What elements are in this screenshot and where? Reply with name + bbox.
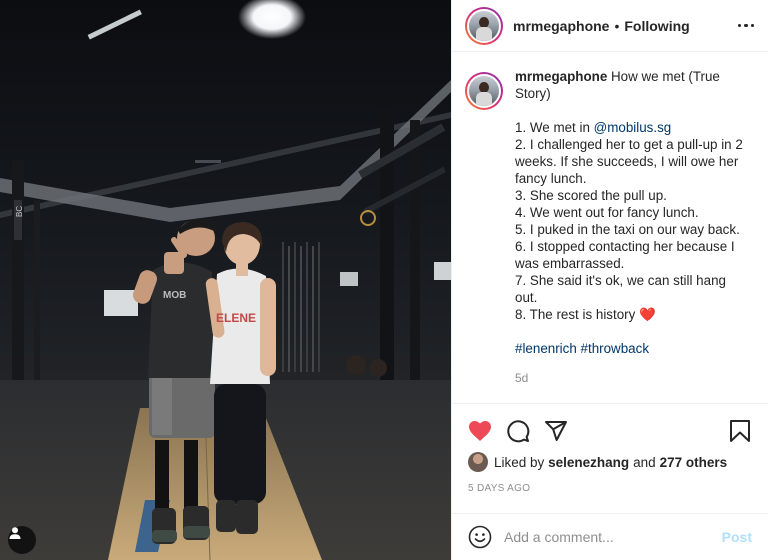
shirt-text-right: ELENE: [216, 311, 256, 325]
liker-username-link[interactable]: selenezhang: [548, 455, 629, 470]
caption-text: mrmegaphone How we met (True Story) 1. W…: [515, 68, 752, 403]
liker-avatar[interactable]: [468, 452, 488, 472]
caption-item-5: 5. I puked in the taxi on our way back.: [515, 222, 740, 237]
comment-input[interactable]: [504, 529, 722, 545]
gym-scene: MOB ELENE BC: [0, 0, 451, 560]
likes-others-link[interactable]: 277 others: [660, 455, 728, 470]
actions-area: Liked by selenezhang and 277 others 5 DAYS…: [452, 403, 768, 513]
post-photo[interactable]: MOB ELENE BC: [0, 0, 451, 560]
hashtag-link-throwback[interactable]: #throwback: [581, 341, 649, 356]
wall-sign-text: BC: [15, 206, 24, 217]
hashtag-link-lenenrich[interactable]: #lenenrich: [515, 341, 577, 356]
author-username-link[interactable]: mrmegaphone: [513, 18, 609, 34]
ceiling-lamp: [238, 0, 306, 39]
heart-emoji: ❤️: [639, 307, 656, 322]
caption-item-3: 3. She scored the pull up.: [515, 188, 667, 203]
mention-link[interactable]: @mobilus.sg: [594, 120, 672, 135]
caption-username-link[interactable]: mrmegaphone: [515, 69, 607, 84]
save-button[interactable]: [728, 419, 752, 443]
caption-item-6: 6. I stopped contacting her because I wa…: [515, 239, 735, 271]
emoji-icon[interactable]: [468, 525, 492, 549]
post-side-panel: mrmegaphone • Following mrmegaphone How …: [451, 0, 768, 560]
caption-item-8: 8. The rest is history: [515, 307, 636, 322]
user-tag-button[interactable]: [8, 526, 36, 554]
share-button[interactable]: [544, 419, 568, 443]
caption-author-avatar[interactable]: [465, 72, 503, 110]
post-comment-button[interactable]: Post: [722, 529, 752, 545]
avatar-image: [467, 8, 501, 43]
post-date[interactable]: 5 DAYS AGO: [468, 483, 752, 494]
wall-whiteboard: [104, 290, 138, 316]
caption-item-7: 7. She said it's ok, we can still hang o…: [515, 273, 726, 305]
caption-area: mrmegaphone How we met (True Story) 1. W…: [452, 52, 768, 403]
following-button[interactable]: Following: [624, 18, 689, 34]
post-container: MOB ELENE BC mrmegaphone • Following mrm…: [0, 0, 768, 560]
avatar-image: [467, 74, 501, 108]
shirt-text-left: MOB: [163, 290, 186, 301]
comment-icon: [507, 420, 530, 443]
user-tag-icon: [9, 527, 21, 539]
caption-item-2: 2. I challenged her to get a pull-up in …: [515, 137, 743, 186]
caption-item-4: 4. We went out for fancy lunch.: [515, 205, 699, 220]
more-options-icon[interactable]: [737, 23, 754, 28]
share-icon: [545, 421, 567, 441]
caption-timestamp[interactable]: 5d: [515, 370, 752, 387]
bookmark-icon: [730, 420, 750, 442]
heart-filled-icon: [469, 421, 491, 441]
author-avatar[interactable]: [465, 6, 503, 45]
ceiling-light-strip: [87, 9, 142, 40]
like-button[interactable]: [468, 419, 492, 443]
action-bar: [468, 404, 752, 454]
liked-by-label: Liked by: [494, 454, 545, 470]
comment-bar: Post: [452, 513, 768, 560]
caption-item-1: 1. We met in: [515, 120, 594, 135]
likes-and: and: [633, 454, 656, 470]
post-header: mrmegaphone • Following: [452, 0, 768, 52]
person-woman: [205, 222, 276, 534]
comment-button[interactable]: [506, 419, 530, 443]
header-separator: •: [614, 17, 620, 34]
likes-summary: Liked by selenezhang and 277 others: [468, 452, 752, 472]
